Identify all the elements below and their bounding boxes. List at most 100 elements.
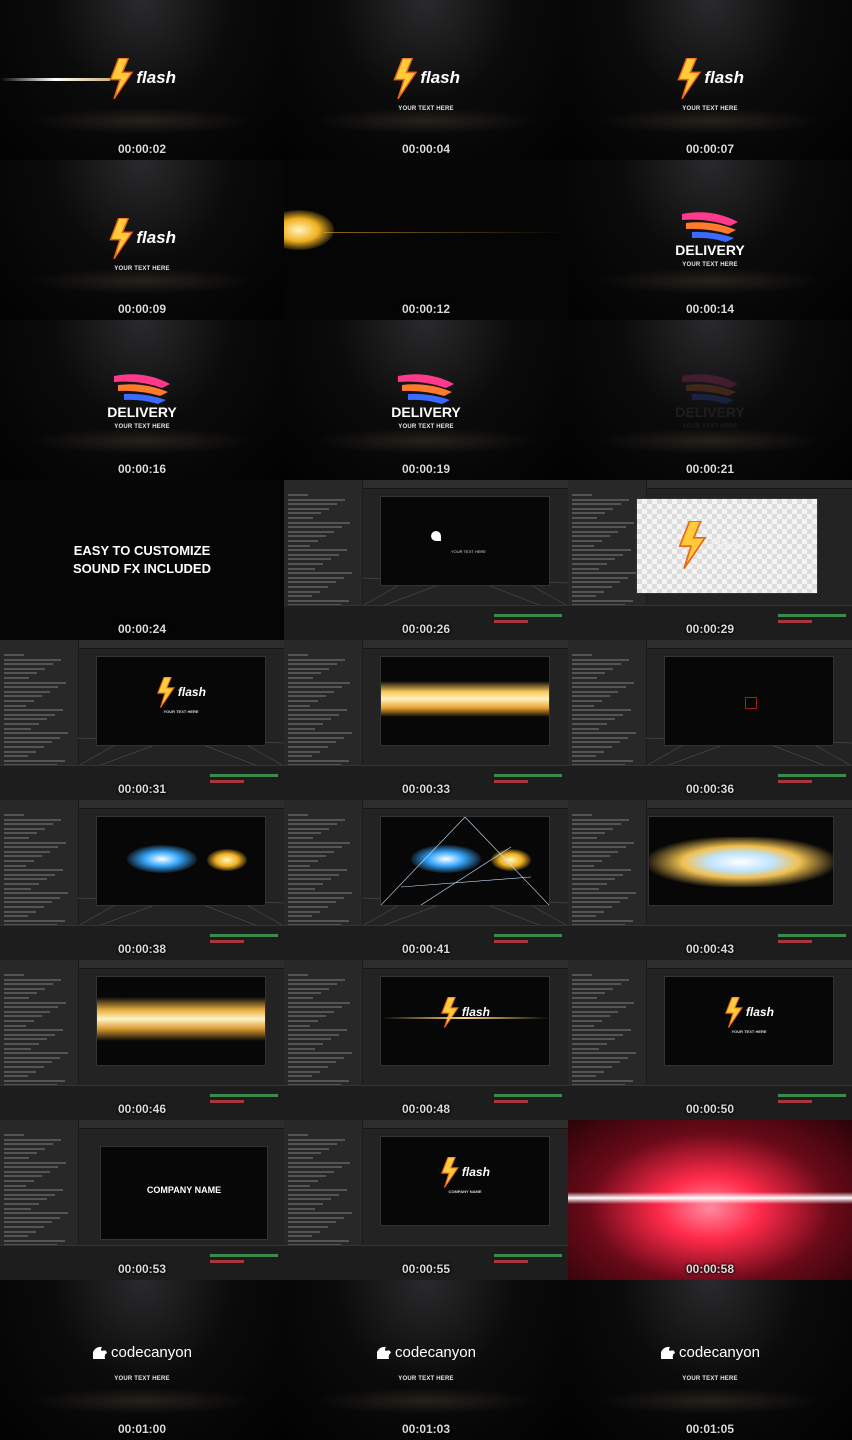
- video-frame: 00:00:43: [568, 800, 852, 960]
- composition-viewer[interactable]: flash: [380, 976, 550, 1066]
- flash-logo: flash: [0, 218, 284, 259]
- feature-text: EASY TO CUSTOMIZE SOUND FX INCLUDED: [0, 542, 284, 578]
- video-frame: 00:00:33: [284, 640, 568, 800]
- codecanyon-leaf-icon: [377, 1346, 392, 1359]
- video-frame: flash YOUR TEXT HERE 00:00:04: [284, 0, 568, 160]
- lightning-bolt-icon: [441, 997, 460, 1028]
- red-light-streak: [568, 1192, 852, 1204]
- timestamp: 00:00:41: [401, 942, 451, 956]
- lightning-bolt-icon: [393, 58, 418, 99]
- composition-viewer[interactable]: flash: [636, 498, 818, 594]
- tagline: YOUR TEXT HERE: [682, 106, 738, 112]
- feature-line: EASY TO CUSTOMIZE: [73, 543, 211, 558]
- video-frame: 00:00:36: [568, 640, 852, 800]
- composition-viewer[interactable]: [380, 656, 550, 746]
- video-frame: 00:00:58: [568, 1120, 852, 1280]
- timestamp: 00:01:00: [117, 1422, 167, 1436]
- video-frame: DELIVERY YOUR TEXT HERE 00:00:21: [568, 320, 852, 480]
- delivery-wings-icon: [682, 212, 738, 242]
- tagline: YOUR TEXT HERE: [114, 266, 170, 272]
- tagline: YOUR TEXT HERE: [114, 424, 170, 430]
- logo-text: codecanyon: [395, 1344, 476, 1361]
- timestamp: 00:00:31: [117, 782, 167, 796]
- timestamp: 00:00:09: [117, 302, 167, 316]
- delivery-wings-icon: [682, 374, 738, 404]
- flare-streak: [324, 232, 568, 233]
- timestamp: 00:00:58: [685, 1262, 735, 1276]
- composition-viewer[interactable]: flash COMPANY NAME: [380, 1136, 550, 1226]
- tagline: YOUR TEXT HERE: [682, 424, 738, 430]
- timestamp: 00:01:03: [401, 1422, 451, 1436]
- codecanyon-leaf-icon: [93, 1346, 108, 1359]
- logo-text: flash: [136, 228, 177, 248]
- lightning-bolt-icon: [441, 1157, 460, 1188]
- tagline: COMPANY NAME: [448, 1189, 482, 1194]
- timestamp: 00:00:38: [117, 942, 167, 956]
- video-frame: codecanyon YOUR TEXT HERE 00:01:05: [568, 1280, 852, 1440]
- video-frame: flash YOUR TEXT HERE 00:00:07: [568, 0, 852, 160]
- flash-logo: flash: [0, 58, 284, 99]
- composition-viewer[interactable]: YOUR TEXT HERE: [380, 496, 550, 586]
- timestamp: 00:00:02: [117, 142, 167, 156]
- video-frame: 00:00:46: [0, 960, 284, 1120]
- lightning-bolt-icon: [109, 218, 134, 259]
- tagline: YOUR TEXT HERE: [398, 424, 454, 430]
- composition-viewer[interactable]: [664, 656, 834, 746]
- logo-text: flash: [704, 68, 745, 88]
- video-frame: flash COMPANY NAME 00:00:55: [284, 1120, 568, 1280]
- composition-viewer[interactable]: flash YOUR TEXT HERE: [96, 656, 266, 746]
- lightning-bolt-icon: [678, 521, 707, 569]
- codecanyon-logo: codecanyon: [284, 1344, 568, 1361]
- composition-viewer[interactable]: [648, 816, 834, 906]
- video-frame: COMPANY NAME 00:00:53: [0, 1120, 284, 1280]
- logo-text: flash: [709, 534, 750, 554]
- timestamp: 00:00:55: [401, 1262, 451, 1276]
- video-frame: flash YOUR TEXT HERE 00:00:31: [0, 640, 284, 800]
- video-frame: flash YOUR TEXT HERE 00:00:50: [568, 960, 852, 1120]
- timestamp: 00:00:53: [117, 1262, 167, 1276]
- position-marker: [745, 697, 757, 709]
- logo-text: flash: [177, 685, 206, 700]
- tagline: YOUR TEXT HERE: [398, 1376, 454, 1382]
- timestamp: 00:00:50: [685, 1102, 735, 1116]
- codecanyon-leaf-icon: [431, 531, 441, 541]
- timestamp: 00:00:14: [685, 302, 735, 316]
- timestamp: 00:00:04: [401, 142, 451, 156]
- composition-viewer[interactable]: [380, 816, 550, 906]
- logo-text: flash: [745, 1005, 774, 1020]
- timestamp: 00:00:46: [117, 1102, 167, 1116]
- video-frame: 00:00:41: [284, 800, 568, 960]
- preview-text: YOUR TEXT HERE: [451, 549, 486, 554]
- composition-viewer[interactable]: COMPANY NAME: [100, 1146, 268, 1240]
- tagline: YOUR TEXT HERE: [731, 1029, 767, 1034]
- video-frame: EASY TO CUSTOMIZE SOUND FX INCLUDED 00:00…: [0, 480, 284, 640]
- codecanyon-logo: codecanyon: [568, 1344, 852, 1361]
- flash-logo: flash: [284, 58, 568, 99]
- timestamp: 00:00:43: [685, 942, 735, 956]
- timestamp: 00:00:24: [117, 622, 167, 636]
- composition-viewer[interactable]: [96, 816, 266, 906]
- logo-text: DELIVERY: [675, 242, 745, 258]
- composition-viewer[interactable]: [96, 976, 266, 1066]
- tagline: YOUR TEXT HERE: [163, 709, 199, 714]
- timestamp: 00:00:19: [401, 462, 451, 476]
- delivery-wings-icon: [398, 374, 454, 404]
- feature-line: SOUND FX INCLUDED: [73, 561, 211, 576]
- timestamp: 00:00:33: [401, 782, 451, 796]
- lightning-bolt-icon: [157, 677, 176, 708]
- logo-text: DELIVERY: [675, 404, 745, 420]
- lightning-bolt-icon: [109, 58, 134, 99]
- logo-text: flash: [461, 1165, 490, 1180]
- video-frame: flash YOUR TEXT HERE 00:00:09: [0, 160, 284, 320]
- codecanyon-leaf-icon: [661, 1346, 676, 1359]
- video-frame: DELIVERY YOUR TEXT HERE 00:00:19: [284, 320, 568, 480]
- logo-text: flash: [136, 68, 177, 88]
- composition-viewer[interactable]: flash YOUR TEXT HERE: [664, 976, 834, 1066]
- delivery-wings-icon: [114, 374, 170, 404]
- video-frame: flash 00:00:02: [0, 0, 284, 160]
- video-frame: YOUR TEXT HERE 00:00:26: [284, 480, 568, 640]
- blue-lens-flare: [127, 845, 197, 873]
- logo-text: DELIVERY: [107, 404, 177, 420]
- lightning-bolt-icon: [677, 58, 702, 99]
- timestamp: 00:00:26: [401, 622, 451, 636]
